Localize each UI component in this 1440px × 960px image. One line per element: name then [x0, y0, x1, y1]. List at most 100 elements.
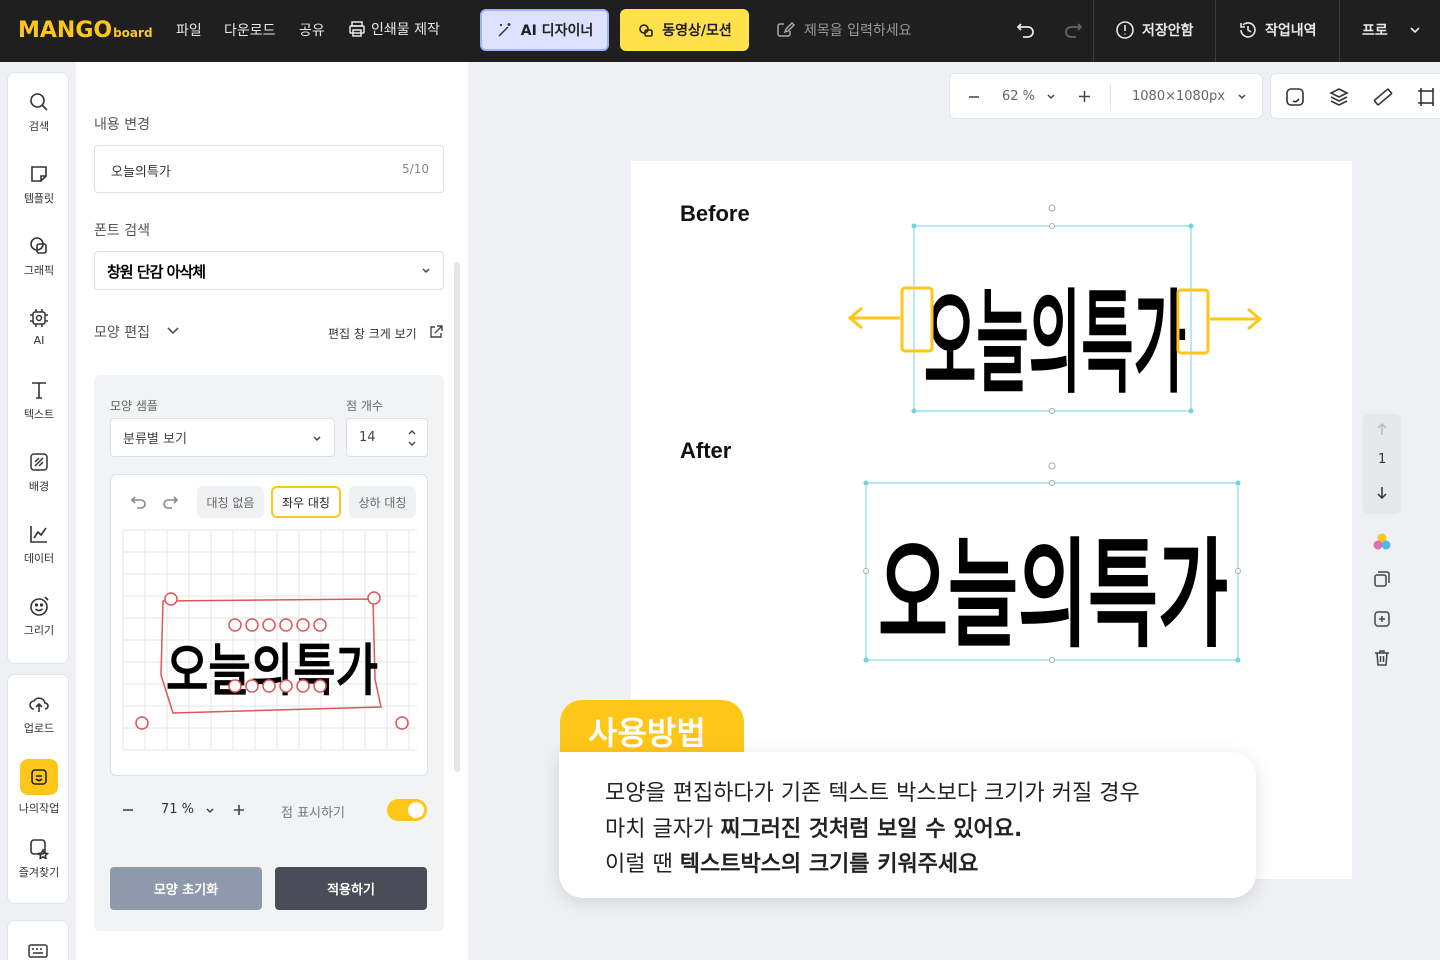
redo-icon[interactable]	[161, 493, 179, 511]
minus-icon[interactable]	[121, 803, 135, 817]
rail-draw-label: 그리기	[23, 624, 55, 637]
ruler-icon[interactable]	[1373, 87, 1393, 107]
chevron-down-icon[interactable]	[166, 325, 180, 337]
shape-editor-canvas[interactable]: 오늘의특가	[110, 474, 428, 776]
panel-scrollbar[interactable]	[454, 262, 460, 772]
ai-designer-button[interactable]: AI 디자이너	[480, 9, 609, 51]
trash-icon[interactable]	[1373, 649, 1391, 667]
font-label: 폰트 검색	[94, 223, 150, 239]
redo-icon[interactable]	[1062, 18, 1084, 40]
page-navigator: 1	[1363, 414, 1401, 514]
page-number: 1	[1378, 452, 1387, 467]
content-value: 오늘의특가	[111, 165, 171, 180]
plan-dropdown[interactable]: 프로	[1362, 20, 1421, 40]
rail-favorites[interactable]: 즐겨찾기	[8, 837, 70, 880]
tool-rail-more	[7, 920, 69, 960]
rail-background[interactable]: 배경	[8, 451, 70, 494]
rail-data[interactable]: 데이터	[8, 523, 70, 566]
upload-cloud-icon	[29, 697, 49, 712]
canvas-size[interactable]: 1080×1080px	[1132, 89, 1225, 104]
show-points-label: 점 표시하기	[281, 806, 345, 821]
menu-download[interactable]: 다운로드	[224, 20, 276, 40]
before-art-text: 오늘의특가	[924, 279, 1186, 409]
tool-rail-secondary: 업로드 나의작업 즐겨찾기	[7, 674, 69, 904]
content-input[interactable]: 오늘의특가 5/10	[94, 145, 444, 193]
minus-icon[interactable]	[968, 91, 980, 103]
callout-line-2-bold: 찌그러진 것처럼 보일 수 있어요.	[720, 817, 1023, 842]
rail-data-label: 데이터	[23, 552, 55, 565]
external-link-icon[interactable]	[428, 324, 444, 340]
rail-ai[interactable]: AI	[8, 307, 70, 347]
menu-print[interactable]: 인쇄물 제작	[348, 19, 440, 39]
logo[interactable]: MANGO board	[18, 18, 153, 43]
warp-grid[interactable]: 오늘의특가	[111, 475, 429, 777]
video-motion-button[interactable]: 동영상/모션	[620, 9, 749, 51]
rail-my-work[interactable]: 나의작업	[8, 759, 70, 816]
apply-button[interactable]: 적용하기	[275, 867, 427, 910]
rail-graphics[interactable]: 그래픽	[8, 235, 70, 278]
editor-zoom-value[interactable]: 71 %	[161, 802, 194, 817]
search-icon	[30, 93, 48, 111]
color-palette-icon[interactable]	[1372, 532, 1392, 552]
crop-frame-icon[interactable]	[1417, 87, 1437, 107]
chevron-down-icon[interactable]	[1046, 92, 1056, 102]
layers-icon[interactable]	[1329, 87, 1349, 107]
chevron-down-icon[interactable]	[205, 806, 215, 816]
arrow-up-icon[interactable]	[1376, 422, 1388, 436]
rail-background-label: 배경	[28, 480, 50, 493]
before-artwork[interactable]: 오늘의특가	[840, 200, 1270, 420]
symmetry-none-button[interactable]: 대칭 없음	[197, 486, 264, 518]
zoom-value[interactable]: 62 %	[1002, 89, 1035, 104]
symmetry-tb-button[interactable]: 상하 대칭	[349, 486, 416, 518]
save-status-button[interactable]: 저장안함	[1115, 20, 1194, 40]
video-motion-label: 동영상/모션	[662, 23, 732, 39]
chevron-down-icon	[313, 436, 321, 442]
undo-icon[interactable]	[130, 493, 148, 511]
show-points-toggle[interactable]	[387, 799, 427, 821]
undo-icon[interactable]	[1015, 18, 1037, 40]
tool-rail: 검색 템플릿 그래픽 AI 텍스트 배경 데이터 그리기	[7, 72, 69, 664]
symmetry-lr-button[interactable]: 좌우 대칭	[271, 486, 341, 518]
rail-search[interactable]: 검색	[8, 91, 70, 134]
stepper-arrows-icon[interactable]	[407, 427, 417, 449]
rail-text[interactable]: 텍스트	[8, 379, 70, 422]
add-page-icon[interactable]	[1373, 610, 1391, 628]
chevron-down-icon	[422, 268, 430, 274]
plus-icon[interactable]	[232, 803, 246, 817]
history-button[interactable]: 작업내역	[1238, 20, 1317, 40]
draw-smile-icon	[30, 596, 49, 616]
arrow-down-icon[interactable]	[1376, 486, 1388, 500]
callout-line-3: 이럴 땐 텍스트박스의 크기를 키워주세요	[605, 846, 978, 878]
duplicate-icon[interactable]	[1373, 570, 1391, 588]
sample-label: 모양 샘플	[110, 399, 158, 413]
zoom-toolbar: 62 % 1080×1080px	[949, 73, 1263, 119]
open-large-link[interactable]: 편집 창 크게 보기	[328, 325, 417, 342]
reset-shape-button[interactable]: 모양 초기화	[110, 867, 262, 910]
points-label: 점 개수	[346, 399, 383, 413]
ai-designer-label: AI 디자이너	[520, 23, 594, 39]
rail-templates[interactable]: 템플릿	[8, 163, 70, 206]
rail-ai-label: AI	[33, 334, 45, 347]
plus-icon[interactable]	[1078, 90, 1091, 103]
sample-select[interactable]: 분류별 보기	[110, 418, 335, 457]
before-heading[interactable]: Before	[680, 201, 750, 227]
ai-chip-icon	[30, 309, 48, 327]
font-select[interactable]: 창원 단감 아삭체	[94, 251, 444, 290]
shape-edit-label[interactable]: 모양 편집	[94, 322, 150, 342]
template-icon	[31, 166, 47, 182]
rail-draw[interactable]: 그리기	[8, 595, 70, 638]
menu-file[interactable]: 파일	[176, 20, 202, 40]
after-heading[interactable]: After	[680, 438, 731, 464]
rail-upload[interactable]: 업로드	[8, 693, 70, 736]
char-count: 5/10	[402, 162, 429, 176]
title-input[interactable]: 제목을 입력하세요	[776, 20, 912, 40]
alert-circle-icon	[1116, 21, 1134, 39]
rail-upload-label: 업로드	[23, 722, 55, 735]
points-stepper[interactable]: 14	[346, 418, 428, 457]
chevron-down-icon[interactable]	[1237, 92, 1247, 102]
after-artwork[interactable]: 오늘의특가	[860, 458, 1250, 668]
keyboard-icon[interactable]	[27, 941, 49, 960]
sticker-icon[interactable]	[1285, 87, 1305, 107]
divider	[1339, 0, 1340, 62]
menu-share[interactable]: 공유	[299, 20, 325, 40]
